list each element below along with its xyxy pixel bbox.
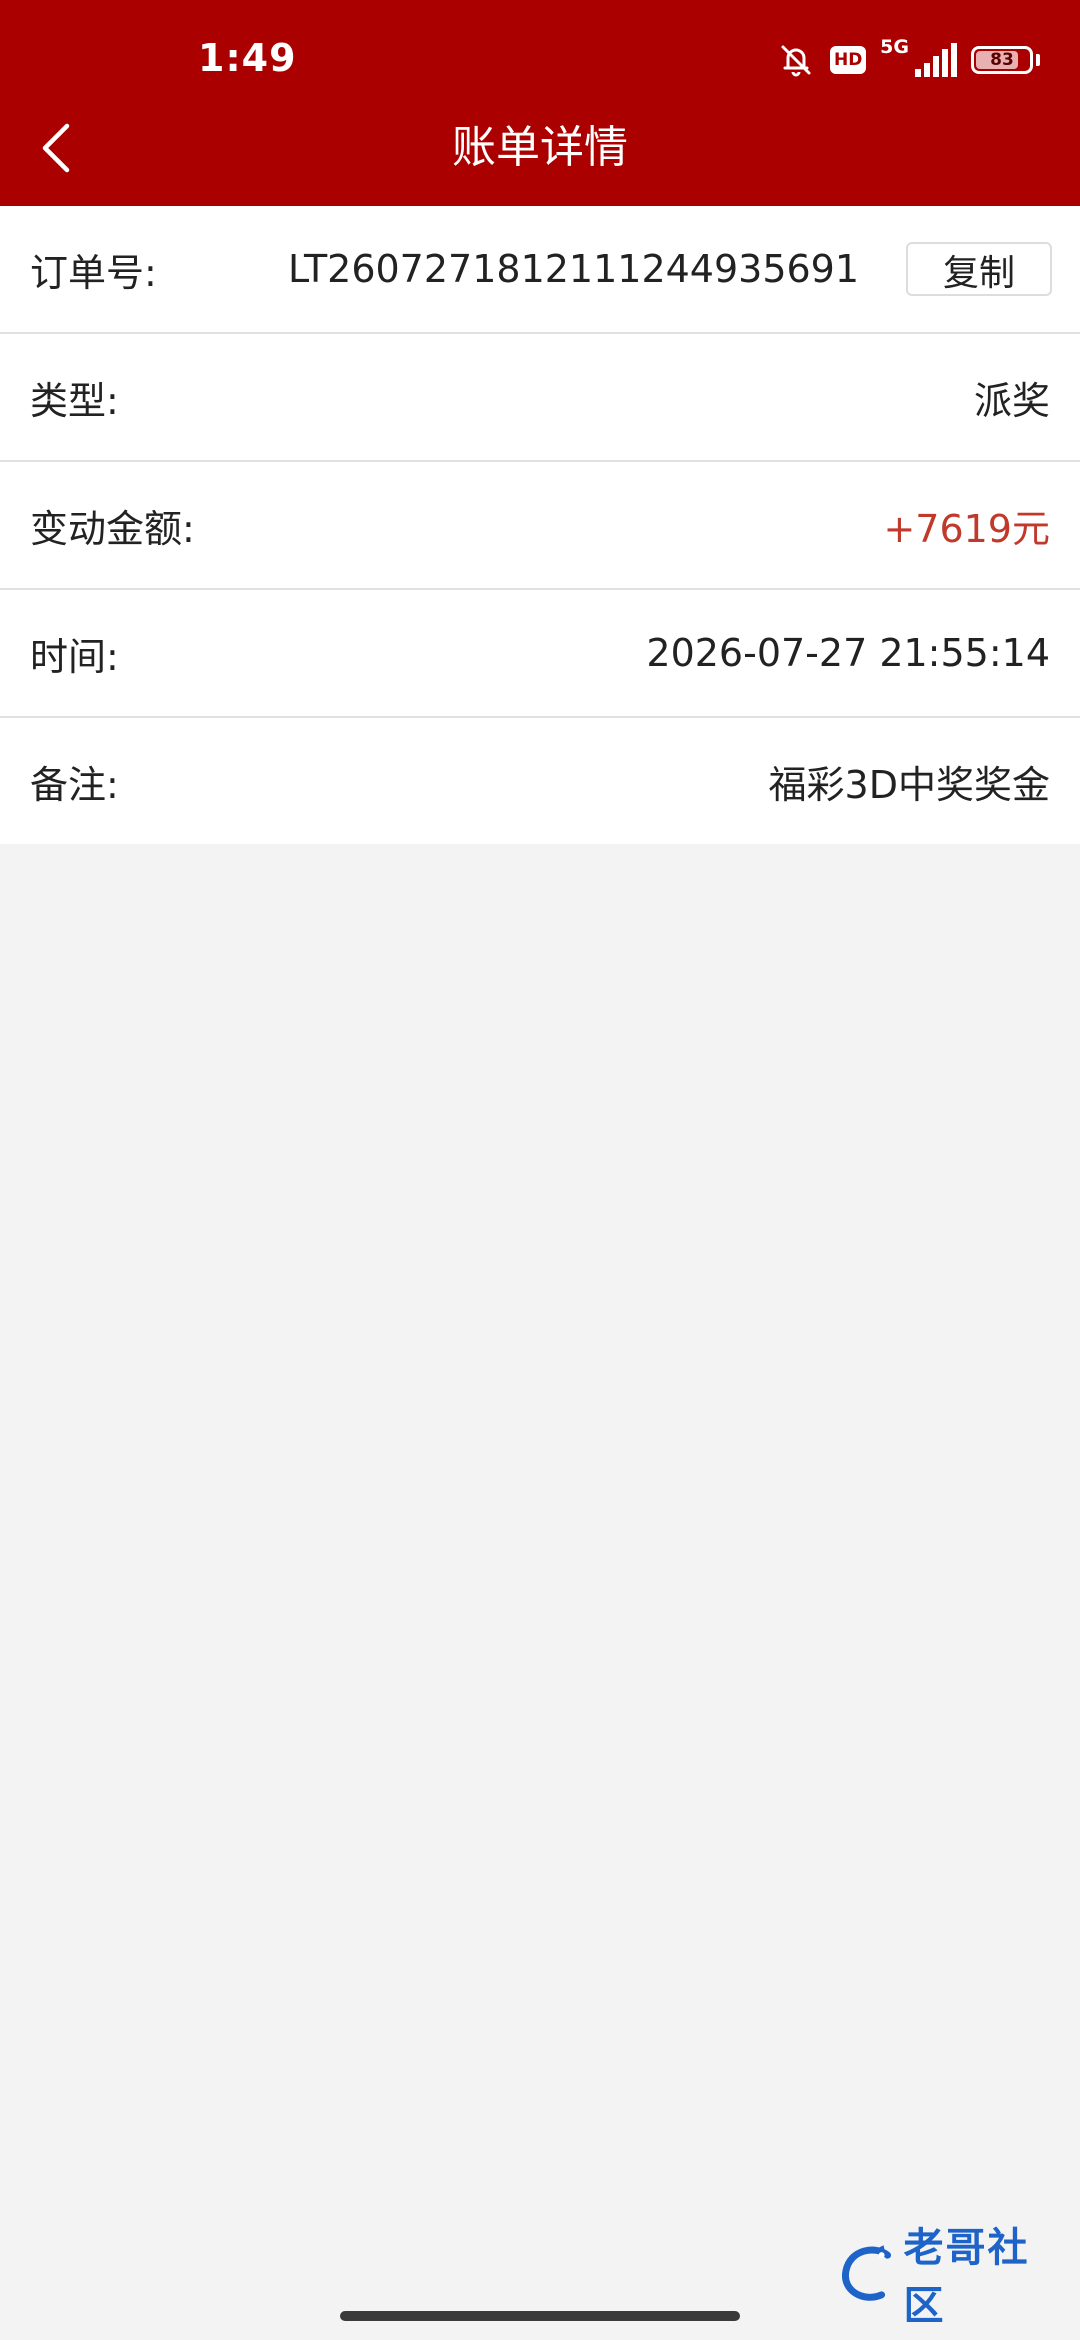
amount-row: 变动金额: +7619元 bbox=[0, 462, 1080, 590]
battery-icon: 83 bbox=[971, 46, 1033, 74]
home-indicator[interactable] bbox=[340, 2311, 740, 2321]
order-number-row: 订单号: LT2607271812111244935691 复制 bbox=[0, 206, 1080, 334]
battery-level: 83 bbox=[990, 50, 1014, 70]
watermark-text: 老哥社区 bbox=[903, 2225, 1030, 2329]
time-row: 时间: 2026-07-27 21:55:14 bbox=[0, 590, 1080, 718]
time-value: 2026-07-27 21:55:14 bbox=[646, 631, 1050, 675]
mute-bell-icon bbox=[781, 45, 811, 77]
remark-value: 福彩3D中奖奖金 bbox=[768, 762, 1050, 807]
signal-icon bbox=[915, 43, 957, 77]
app-header: 1:49 HD 5G 83 账单详情 bbox=[0, 0, 1080, 206]
type-row: 类型: 派奖 bbox=[0, 334, 1080, 462]
time-label: 时间: bbox=[30, 634, 119, 679]
order-number-label: 订单号: bbox=[30, 250, 157, 295]
status-time: 1:49 bbox=[198, 36, 297, 80]
hd-badge: HD bbox=[830, 46, 867, 74]
bill-detail-list: 订单号: LT2607271812111244935691 复制 类型: 派奖 … bbox=[0, 206, 1080, 844]
remark-row: 备注: 福彩3D中奖奖金 bbox=[0, 718, 1080, 844]
status-icons: HD 5G 83 bbox=[762, 38, 1040, 82]
amount-label: 变动金额: bbox=[30, 506, 195, 551]
battery-tip bbox=[1036, 54, 1040, 66]
amount-value: +7619元 bbox=[883, 506, 1050, 551]
type-label: 类型: bbox=[30, 378, 119, 423]
type-value: 派奖 bbox=[973, 378, 1050, 423]
network-label: 5G bbox=[880, 36, 909, 58]
watermark: 老哥社区 bbox=[836, 2225, 1070, 2329]
order-number-value: LT2607271812111244935691 bbox=[288, 247, 860, 291]
page-title: 账单详情 bbox=[452, 122, 628, 173]
dragon-logo-icon bbox=[842, 2245, 892, 2301]
remark-label: 备注: bbox=[30, 762, 119, 807]
copy-button[interactable]: 复制 bbox=[906, 242, 1052, 296]
